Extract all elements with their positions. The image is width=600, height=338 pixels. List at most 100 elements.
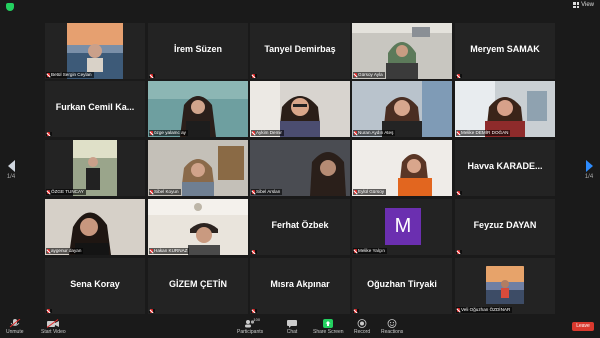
chat-button[interactable]: Chat bbox=[286, 319, 298, 335]
participant-name: Meryem SAMAK bbox=[470, 44, 540, 54]
chat-label: Chat bbox=[286, 329, 298, 335]
share-screen-icon bbox=[322, 319, 334, 328]
share-screen-button[interactable]: Share Screen bbox=[313, 319, 344, 335]
participant-video bbox=[455, 81, 555, 137]
previous-page-button[interactable]: 1/4 bbox=[4, 160, 18, 180]
participant-video bbox=[352, 81, 452, 137]
participant-tile[interactable]: Sibel Arslan bbox=[250, 140, 350, 196]
muted-mic-icon bbox=[354, 249, 357, 253]
muted-mic-icon bbox=[354, 190, 357, 194]
start-video-label: Start Video bbox=[41, 329, 66, 335]
muted-mic-icon bbox=[457, 131, 460, 135]
participants-button[interactable]: 100 Participants bbox=[237, 317, 264, 335]
participants-count: 100 bbox=[253, 317, 261, 322]
muted-mic-icon bbox=[150, 190, 153, 194]
participant-name: GİZEM ÇETİN bbox=[169, 279, 227, 289]
participant-tile[interactable]: Gürsoy Ayla bbox=[352, 23, 452, 79]
participant-tile[interactable]: Eylül Gürsoy bbox=[352, 140, 452, 196]
participant-tile[interactable]: Meryem SAMAK bbox=[455, 23, 555, 79]
muted-mic-icon bbox=[47, 190, 50, 194]
share-screen-label: Share Screen bbox=[313, 329, 344, 335]
profile-picture bbox=[486, 266, 524, 304]
participant-tile[interactable]: Havva KARADE... bbox=[455, 140, 555, 196]
muted-mic-icon bbox=[457, 74, 460, 78]
participant-name: Oğuzhan Tiryaki bbox=[367, 279, 437, 289]
participant-tile[interactable]: Veli Oğuzhan ÖZDİNAR bbox=[455, 258, 555, 314]
participant-tile[interactable]: ÖZGE TUNCAY bbox=[45, 140, 145, 196]
muted-mic-icon bbox=[354, 309, 357, 313]
participant-tile[interactable]: Ferhat Özbek bbox=[250, 199, 350, 255]
unmute-label: Unmute bbox=[6, 329, 24, 335]
security-shield-icon[interactable] bbox=[6, 3, 14, 11]
participant-name: Havva KARADE... bbox=[467, 161, 543, 171]
leave-button[interactable]: Leave bbox=[572, 322, 594, 331]
participant-status bbox=[456, 191, 462, 195]
participant-tile[interactable]: aygenur dayan bbox=[45, 199, 145, 255]
participant-status bbox=[251, 309, 257, 313]
video-off-icon bbox=[47, 319, 60, 328]
participant-tile[interactable]: Hakan KURNAZ bbox=[148, 199, 248, 255]
chevron-left-icon bbox=[7, 160, 15, 172]
participant-tile[interactable]: Tanyel Demirbaş bbox=[250, 23, 350, 79]
participant-name-label: Gürsoy Ayla bbox=[353, 72, 385, 78]
participant-video bbox=[250, 81, 350, 137]
unmute-button[interactable]: Unmute bbox=[6, 318, 24, 335]
participant-tile-active-speaker[interactable]: Aykim Demir bbox=[250, 81, 350, 137]
muted-mic-icon bbox=[150, 74, 153, 78]
participant-video bbox=[45, 199, 145, 255]
participant-video bbox=[250, 140, 350, 196]
participant-tile[interactable]: Nuran Aydın Ateş bbox=[352, 81, 452, 137]
participant-name-label: Hakan KURNAZ bbox=[149, 248, 190, 254]
participant-name-label: Melike DEMİR DOĞAN bbox=[456, 130, 511, 136]
participant-tile[interactable]: GİZEM ÇETİN bbox=[148, 258, 248, 314]
record-icon bbox=[356, 319, 368, 328]
participant-tile[interactable]: İrem Süzen bbox=[148, 23, 248, 79]
participant-tile[interactable]: Feyzuz DAYAN bbox=[455, 199, 555, 255]
chat-icon bbox=[286, 319, 298, 328]
participant-status bbox=[46, 309, 52, 313]
participant-status bbox=[251, 250, 257, 254]
muted-mic-icon bbox=[252, 74, 255, 78]
participant-name: Mısra Akpınar bbox=[270, 279, 330, 289]
reactions-button[interactable]: Reactions bbox=[381, 319, 403, 335]
participant-video bbox=[352, 23, 452, 79]
muted-mic-icon bbox=[354, 73, 357, 77]
start-video-button[interactable]: Start Video bbox=[41, 319, 66, 335]
chevron-right-icon bbox=[585, 160, 593, 172]
muted-microphone-icon bbox=[9, 318, 21, 328]
participant-name-label: aygenur dayan bbox=[46, 248, 84, 254]
participant-tile[interactable]: Furkan Cemil Ka... bbox=[45, 81, 145, 137]
reactions-icon bbox=[386, 319, 398, 328]
participant-status bbox=[149, 74, 155, 78]
page-indicator-right: 1/4 bbox=[584, 174, 594, 180]
participant-video bbox=[352, 140, 452, 196]
participant-name-label: ÖZGE TUNCAY bbox=[46, 189, 86, 195]
participant-name: Sena Koray bbox=[70, 279, 120, 289]
muted-mic-icon bbox=[457, 250, 460, 254]
participant-tile[interactable]: Betül Sergin Ceylan bbox=[45, 23, 145, 79]
participant-tile[interactable]: özge yalamc ay bbox=[148, 81, 248, 137]
muted-mic-icon bbox=[150, 309, 153, 313]
participant-tile[interactable]: Melike DEMİR DOĞAN bbox=[455, 81, 555, 137]
participant-name-label: Betül Sergin Ceylan bbox=[46, 72, 94, 78]
participant-tile[interactable]: Sibel Koyun bbox=[148, 140, 248, 196]
record-button[interactable]: Record bbox=[354, 319, 370, 335]
participant-name-label: Nuran Aydın Ateş bbox=[353, 130, 396, 136]
participant-tile[interactable]: M Melike Yalçın bbox=[352, 199, 452, 255]
participant-status bbox=[456, 74, 462, 78]
muted-mic-icon bbox=[457, 308, 460, 312]
muted-mic-icon bbox=[47, 73, 50, 77]
participant-tile[interactable]: Oğuzhan Tiryaki bbox=[352, 258, 452, 314]
muted-mic-icon bbox=[252, 309, 255, 313]
participants-icon: 100 bbox=[244, 317, 260, 328]
record-label: Record bbox=[354, 329, 371, 335]
muted-mic-icon bbox=[252, 190, 255, 194]
participant-avatar: M bbox=[385, 208, 421, 245]
next-page-button[interactable]: 1/4 bbox=[582, 160, 596, 180]
participant-tile[interactable]: Mısra Akpınar bbox=[250, 258, 350, 314]
participant-tile[interactable]: Sena Koray bbox=[45, 258, 145, 314]
muted-mic-icon bbox=[457, 191, 460, 195]
view-button[interactable]: View bbox=[573, 2, 594, 8]
participants-label: Participants bbox=[237, 329, 264, 335]
participant-name-label: Sibel Arslan bbox=[251, 189, 283, 195]
